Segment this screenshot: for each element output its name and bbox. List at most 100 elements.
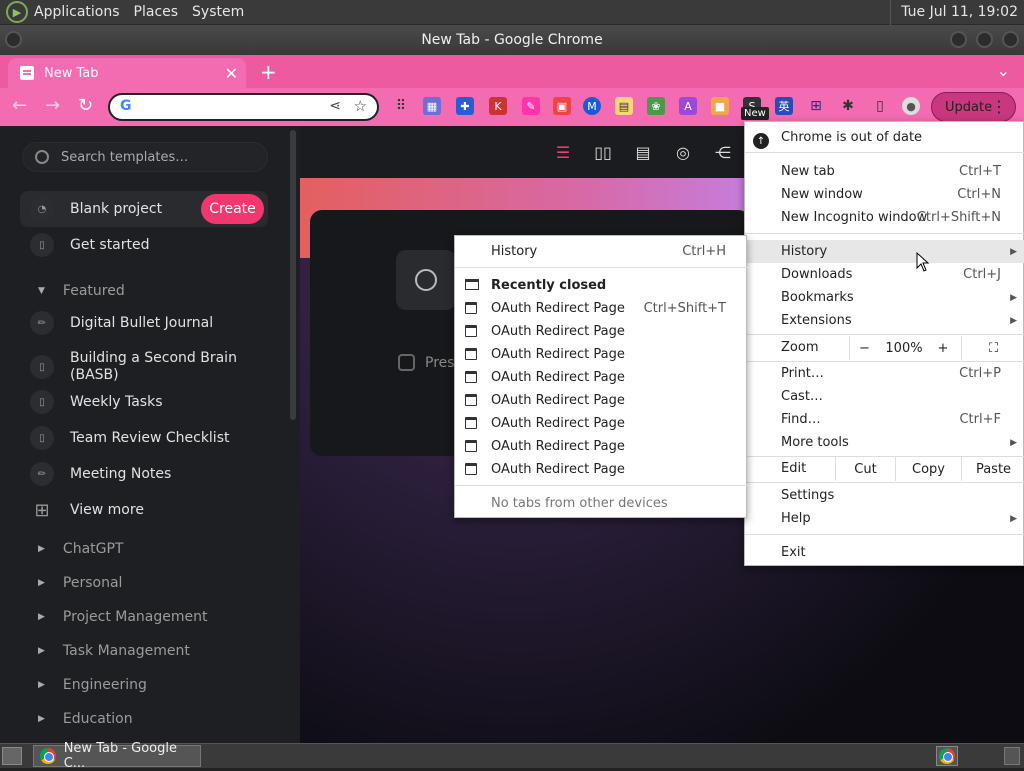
chrome-out-of-date-item[interactable]: ↑ Chrome is out of date (745, 126, 1024, 149)
create-button[interactable]: Create (201, 194, 264, 224)
close-tab-icon[interactable]: ✕ (225, 64, 238, 83)
view-more-item[interactable]: ⊞ View more (20, 492, 143, 528)
menu-exit[interactable]: Exit (745, 541, 1024, 564)
extension-grid-icon[interactable]: ▣ (553, 97, 571, 115)
featured-item[interactable]: ▯ Weekly Tasks (20, 384, 163, 420)
get-started-item[interactable]: ▯ Get started (20, 227, 150, 263)
menu-find[interactable]: Find… Ctrl+F (745, 408, 1024, 431)
extension-network-icon[interactable]: ⊞ (807, 97, 825, 115)
extension-1-icon[interactable]: ▦ (423, 97, 441, 115)
history-full-item[interactable]: History Ctrl+H (455, 240, 748, 263)
fullscreen-icon[interactable]: ⛶ (961, 336, 1024, 360)
menu-more-tools[interactable]: More tools ▶ (745, 431, 1024, 454)
maximize-icon[interactable] (976, 31, 993, 48)
recent-tab-item[interactable]: OAuth Redirect Page (455, 320, 748, 343)
recent-tab-item[interactable]: OAuth Redirect Page (455, 366, 748, 389)
paste-button[interactable]: Paste (961, 457, 1024, 481)
menu-help[interactable]: Help ▶ (745, 507, 1024, 530)
featured-item[interactable]: ✏ Meeting Notes (20, 456, 171, 492)
recent-tab-item[interactable]: OAuth Redirect Page Ctrl+Shift+T (455, 297, 748, 320)
extension-puzzle-blue-icon[interactable]: ✚ (456, 97, 474, 115)
extension-translate-icon[interactable]: 英 (775, 97, 793, 115)
menu-downloads[interactable]: Downloads Ctrl+J (745, 263, 1024, 286)
side-panel-icon[interactable]: ▯ (871, 97, 889, 115)
new-tab-plus-icon[interactable]: + (260, 60, 277, 84)
bookmark-star-icon[interactable]: ☆ (354, 97, 367, 115)
os-menu-system[interactable]: System (192, 4, 244, 20)
menu-bookmarks[interactable]: Bookmarks ▶ (745, 286, 1024, 309)
recent-tab-item[interactable]: OAuth Redirect Page (455, 389, 748, 412)
group-personal[interactable]: ▶ Personal (38, 575, 122, 591)
recently-closed-header[interactable]: Recently closed (455, 274, 748, 297)
sidebar-scrollbar[interactable] (290, 130, 296, 420)
group-engineering[interactable]: ▶ Engineering (38, 677, 147, 693)
menu-label: OAuth Redirect Page (491, 370, 625, 385)
extension-pencil-icon[interactable]: ✎ (522, 97, 540, 115)
zoom-out-button[interactable]: − (849, 336, 879, 360)
menu-new-incognito[interactable]: New Incognito window Ctrl+Shift+N (745, 206, 1024, 229)
extensions-puzzle-icon[interactable]: ✱ (839, 97, 857, 115)
submenu-arrow-icon: ▶ (1010, 513, 1017, 524)
featured-item[interactable]: ✏ Digital Bullet Journal (20, 305, 213, 341)
kebab-menu-icon[interactable]: ⋮ (991, 97, 1007, 116)
featured-item[interactable]: ▯ Team Review Checklist (20, 420, 229, 456)
profile-avatar-icon[interactable]: ● (902, 97, 920, 115)
menu-extensions[interactable]: Extensions ▶ (745, 309, 1024, 332)
minimize-icon[interactable] (950, 31, 967, 48)
extension-leaf-icon[interactable]: ❀ (647, 97, 665, 115)
os-clock[interactable]: Tue Jul 11, 19:02 (890, 0, 1024, 25)
recent-tab-item[interactable]: OAuth Redirect Page (455, 435, 748, 458)
show-desktop-icon[interactable] (2, 747, 22, 765)
window-titlebar[interactable]: New Tab - Google Chrome (0, 25, 1024, 55)
window-menu-icon[interactable] (5, 31, 22, 48)
list-view-icon[interactable]: ☰ (553, 142, 573, 162)
menu-print[interactable]: Print… Ctrl+P (745, 362, 1024, 385)
menu-history[interactable]: History ▶ (745, 240, 1024, 263)
os-menu-places[interactable]: Places (134, 4, 179, 20)
reload-icon[interactable]: ↻ (78, 95, 93, 116)
menu-new-window[interactable]: New window Ctrl+N (745, 183, 1024, 206)
extension-a-icon[interactable]: A (679, 97, 697, 115)
workspace-switcher-icon[interactable] (1004, 747, 1020, 765)
board-view-icon[interactable]: ▯▯ (593, 142, 613, 162)
extension-box-icon[interactable]: ■ (711, 97, 729, 115)
featured-item[interactable]: ▯ Building a Second Brain (BASB) (20, 345, 240, 389)
group-education[interactable]: ▶ Education (38, 711, 133, 727)
menu-new-tab[interactable]: New tab Ctrl+T (745, 160, 1024, 183)
checkbox[interactable] (398, 354, 415, 371)
extension-calendar-icon[interactable]: ▤ (615, 97, 633, 115)
zoom-in-button[interactable]: + (929, 336, 957, 360)
search-templates-input[interactable]: Search templates… (22, 142, 268, 172)
globe-view-icon[interactable]: ◎ (673, 142, 693, 162)
extension-m-icon[interactable]: M (583, 97, 601, 115)
copy-button[interactable]: Copy (895, 457, 961, 481)
cut-button[interactable]: Cut (835, 457, 895, 481)
extension-km-icon[interactable]: K (489, 97, 507, 115)
table-view-icon[interactable]: ▤ (633, 142, 653, 162)
omnibox[interactable]: G ⋖ ☆ (108, 93, 379, 121)
omnibox-input[interactable] (138, 97, 318, 117)
group-chatgpt[interactable]: ▶ ChatGPT (38, 541, 123, 557)
recent-tab-item[interactable]: OAuth Redirect Page (455, 458, 748, 481)
os-menu-applications[interactable]: Applications (34, 4, 120, 20)
tab-search-chevron-icon[interactable]: ⌄ (997, 61, 1010, 80)
update-button[interactable]: Update ⋮ (931, 92, 1016, 122)
os-logo-icon[interactable]: ▶ (6, 1, 28, 23)
recent-tab-item[interactable]: OAuth Redirect Page (455, 343, 748, 366)
featured-group[interactable]: ▼ Featured (38, 283, 125, 299)
tray-chrome-icon[interactable] (936, 746, 958, 766)
menu-cast[interactable]: Cast… (745, 385, 1024, 408)
share-icon[interactable]: ⋖ (329, 98, 341, 114)
group-project-management[interactable]: ▶ Project Management (38, 609, 208, 625)
apps-grid-icon[interactable]: ⠿ (392, 97, 410, 115)
graph-view-icon[interactable]: ⋲ (713, 142, 733, 162)
preview-checkbox-row[interactable]: Pres (398, 354, 455, 371)
back-arrow-icon[interactable]: ← (12, 95, 27, 116)
menu-settings[interactable]: Settings (745, 484, 1024, 507)
recent-tab-item[interactable]: OAuth Redirect Page (455, 412, 748, 435)
group-task-management[interactable]: ▶ Task Management (38, 643, 190, 659)
forward-arrow-icon[interactable]: → (45, 95, 60, 116)
taskbar-chrome-window[interactable]: New Tab - Google C... (33, 741, 201, 771)
tab-new-tab[interactable]: New Tab ✕ (8, 58, 246, 88)
close-window-icon[interactable] (1002, 31, 1019, 48)
